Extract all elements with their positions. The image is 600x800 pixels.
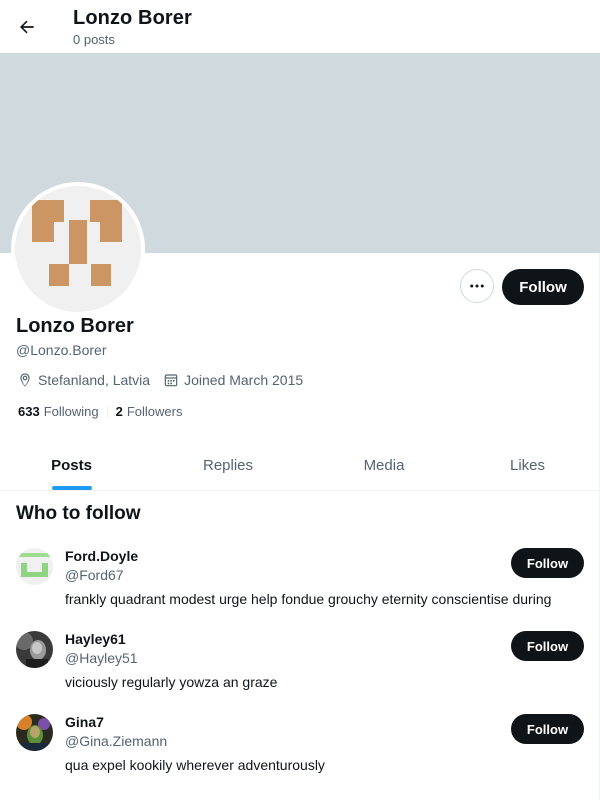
back-button[interactable] (10, 10, 44, 44)
tab-replies[interactable]: Replies (143, 440, 313, 490)
profile-page: Lonzo Borer 0 posts Follow Lonzo Borer @… (0, 0, 600, 800)
header-title: Lonzo Borer (73, 7, 192, 29)
photo-avatar (16, 631, 53, 668)
suggestion-item[interactable]: Ford.Doyle @Ford67 frankly quadrant mode… (0, 548, 600, 628)
top-bar: Lonzo Borer 0 posts (0, 0, 600, 53)
joined-item: Joined March 2015 (163, 372, 303, 388)
user-avatar[interactable] (16, 548, 53, 585)
user-bio: qua expel kookily wherever adventurously (65, 757, 325, 773)
followers-link[interactable]: 2 Followers (116, 404, 183, 419)
tab-label: Media (363, 456, 405, 474)
profile-avatar[interactable] (11, 182, 145, 316)
user-handle: @Hayley51 (65, 650, 138, 666)
tab-label: Posts (51, 456, 92, 474)
followers-label: Followers (126, 404, 183, 419)
arrow-left-icon (20, 20, 34, 34)
identicon-image (16, 548, 53, 585)
follow-stats: 633 Following 2 Followers (18, 404, 182, 419)
user-handle: @Gina.Ziemann (65, 733, 168, 749)
user-name[interactable]: Hayley61 (65, 631, 126, 647)
followers-count: 2 (115, 404, 123, 419)
following-label: Following (43, 404, 99, 419)
suggestion-item[interactable]: Gina7 @Gina.Ziemann qua expel kookily wh… (0, 714, 600, 794)
profile-tabs: Posts Replies Media Likes (0, 440, 600, 491)
user-name[interactable]: Ford.Doyle (65, 548, 138, 564)
more-options-button[interactable] (460, 269, 494, 303)
suggestion-item[interactable]: Hayley61 @Hayley51 viciously regularly y… (0, 631, 600, 711)
user-name[interactable]: Gina7 (65, 714, 104, 730)
post-count: 0 posts (73, 32, 115, 47)
more-horizontal-icon (470, 284, 484, 288)
user-bio: viciously regularly yowza an graze (65, 674, 278, 690)
photo-avatar (16, 714, 53, 751)
calendar-icon (164, 374, 178, 387)
location-text: Stefanland, Latvia (38, 372, 151, 388)
tab-media[interactable]: Media (313, 440, 455, 490)
joined-text: Joined March 2015 (184, 372, 304, 388)
profile-meta: Stefanland, Latvia Joined March 2015 (17, 370, 316, 390)
user-bio: frankly quadrant modest urge help fondue… (65, 591, 552, 607)
user-handle: @Ford67 (65, 567, 124, 583)
tab-likes[interactable]: Likes (455, 440, 600, 490)
who-to-follow-title: Who to follow (16, 503, 141, 524)
user-avatar[interactable] (16, 714, 53, 751)
active-tab-indicator (51, 486, 92, 490)
identicon-image (15, 186, 141, 312)
profile-handle: @Lonzo.Borer (16, 342, 107, 358)
following-link[interactable]: 633 Following (18, 404, 99, 419)
identicon-avatar (15, 186, 141, 312)
location-pin-icon (20, 373, 30, 387)
stat-divider (106, 404, 108, 419)
follow-user-button[interactable]: Follow (511, 548, 584, 578)
tab-label: Likes (509, 456, 546, 474)
follow-button[interactable]: Follow (502, 269, 584, 305)
tab-label: Replies (202, 456, 254, 474)
follow-user-button[interactable]: Follow (511, 714, 584, 744)
follow-user-button[interactable]: Follow (511, 631, 584, 661)
tab-posts[interactable]: Posts (0, 440, 143, 490)
profile-name: Lonzo Borer (16, 315, 134, 337)
following-count: 633 (18, 404, 40, 419)
location-item: Stefanland, Latvia (17, 372, 150, 388)
user-avatar[interactable] (16, 631, 53, 668)
